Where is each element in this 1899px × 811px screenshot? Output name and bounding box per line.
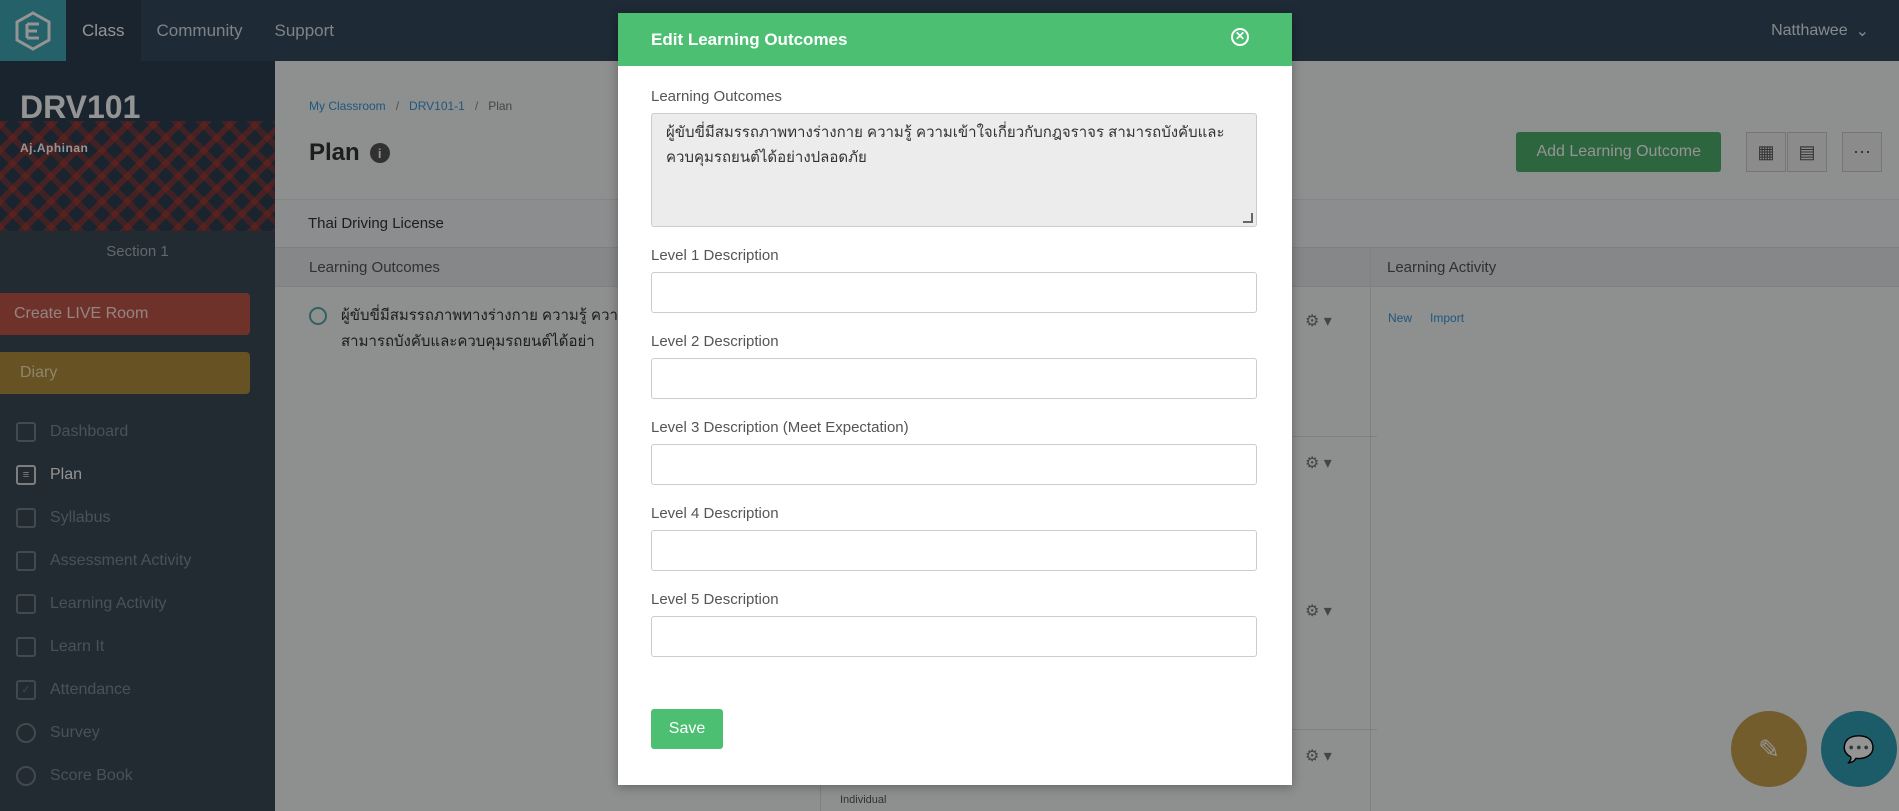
level-1-input[interactable] (651, 272, 1257, 313)
level-2-field: Level 2 Description (651, 333, 1258, 399)
edit-learning-outcomes-modal: Edit Learning Outcomes ✕ Learning Outcom… (618, 13, 1292, 785)
level-3-label: Level 3 Description (Meet Expectation) (651, 419, 909, 436)
level-3-input[interactable] (651, 444, 1257, 485)
level-4-field: Level 4 Description (651, 505, 1258, 571)
level-1-label: Level 1 Description (651, 247, 779, 264)
level-4-label: Level 4 Description (651, 505, 779, 522)
save-button[interactable]: Save (651, 709, 723, 749)
level-3-field: Level 3 Description (Meet Expectation) (651, 419, 1258, 485)
learning-outcomes-label: Learning Outcomes (651, 88, 782, 105)
close-icon[interactable]: ✕ (1231, 28, 1249, 46)
learning-outcomes-textarea[interactable]: ผู้ขับขี่มีสมรรถภาพทางร่างกาย ความรู้ คว… (651, 113, 1257, 227)
modal-body: Learning Outcomes ผู้ขับขี่มีสมรรถภาพทาง… (618, 66, 1292, 749)
modal-title: Edit Learning Outcomes (651, 29, 848, 49)
level-1-field: Level 1 Description (651, 247, 1258, 313)
learning-outcomes-value: ผู้ขับขี่มีสมรรถภาพทางร่างกาย ความรู้ คว… (666, 124, 1225, 166)
level-2-label: Level 2 Description (651, 333, 779, 350)
level-5-input[interactable] (651, 616, 1257, 657)
level-5-label: Level 5 Description (651, 591, 779, 608)
modal-header: Edit Learning Outcomes ✕ (618, 13, 1292, 66)
level-5-field: Level 5 Description (651, 591, 1258, 657)
level-4-input[interactable] (651, 530, 1257, 571)
resize-handle-icon[interactable] (1243, 213, 1253, 223)
level-2-input[interactable] (651, 358, 1257, 399)
